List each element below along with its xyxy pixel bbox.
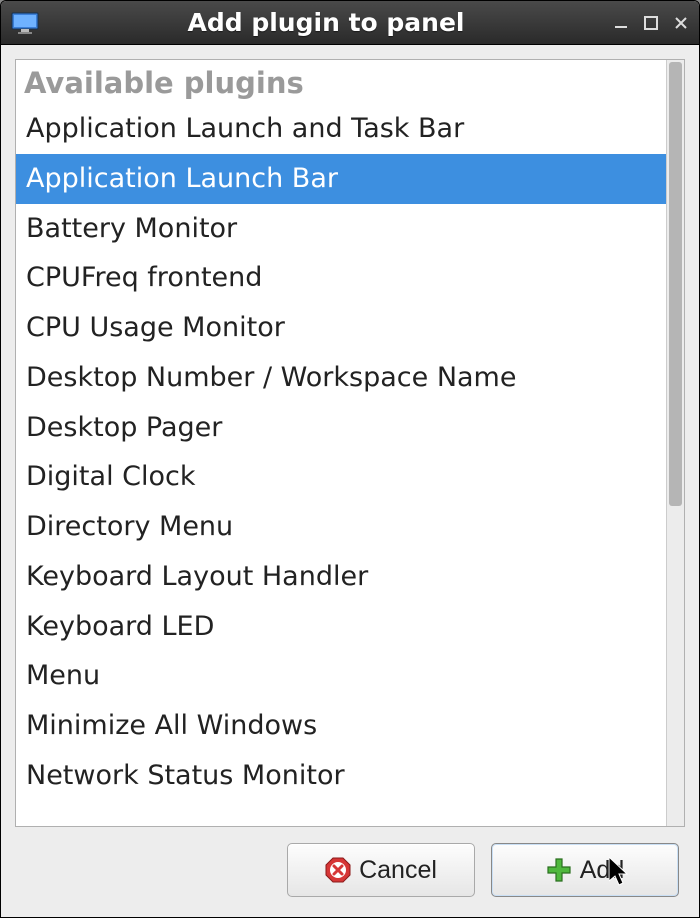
monitor-icon [11,12,39,34]
list-item[interactable]: Keyboard Layout Handler [16,552,666,602]
list-item[interactable]: Desktop Pager [16,403,666,453]
dialog-content: Available plugins Application Launch and… [1,45,699,917]
list-item[interactable]: CPU Usage Monitor [16,303,666,353]
list-header: Available plugins [16,60,666,104]
scrollbar[interactable] [666,60,684,826]
list-item[interactable]: Digital Clock [16,452,666,502]
scrollbar-thumb[interactable] [669,62,682,506]
button-row: Cancel Add [15,839,685,903]
list-item[interactable]: Application Launch Bar [16,154,666,204]
list-item[interactable]: CPUFreq frontend [16,253,666,303]
window-title: Add plugin to panel [49,8,603,37]
add-label: Add [580,856,624,885]
window-controls [613,15,689,31]
plugin-list-frame: Available plugins Application Launch and… [15,59,685,827]
list-item[interactable]: Minimize All Windows [16,701,666,751]
list-item[interactable]: Keyboard LED [16,602,666,652]
minimize-icon[interactable] [613,15,629,31]
add-button[interactable]: Add [491,843,679,897]
titlebar[interactable]: Add plugin to panel [1,1,699,45]
list-item[interactable]: Menu [16,651,666,701]
cancel-icon [325,857,351,883]
plugin-list[interactable]: Available plugins Application Launch and… [16,60,666,826]
close-icon[interactable] [673,15,689,31]
list-item[interactable]: Network Status Monitor [16,751,666,801]
list-item[interactable]: Desktop Number / Workspace Name [16,353,666,403]
cancel-label: Cancel [359,856,437,885]
list-item[interactable]: Application Launch and Task Bar [16,104,666,154]
add-icon [546,857,572,883]
cancel-button[interactable]: Cancel [287,843,475,897]
list-item[interactable]: Directory Menu [16,502,666,552]
list-item[interactable]: Battery Monitor [16,204,666,254]
dialog-window: Add plugin to panel Available plugins Ap… [0,0,700,918]
maximize-icon[interactable] [643,15,659,31]
